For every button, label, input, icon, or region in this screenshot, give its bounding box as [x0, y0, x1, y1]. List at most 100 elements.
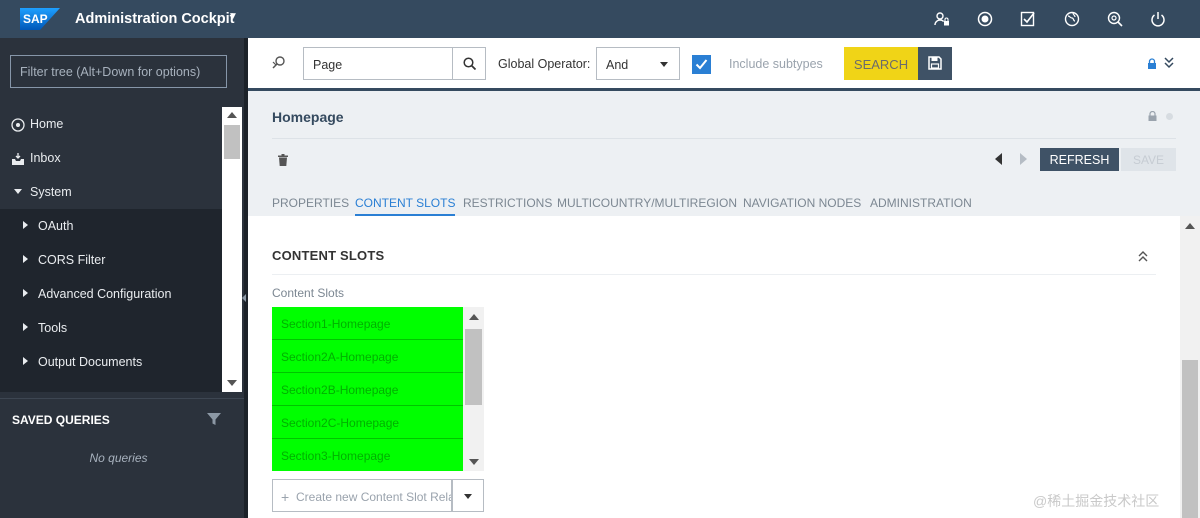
tree-item-output-documents[interactable]: Output Documents	[0, 345, 222, 379]
tree-item-oauth[interactable]: OAuth	[0, 209, 222, 243]
caret-down-icon[interactable]	[14, 189, 22, 194]
list-item[interactable]: Section2A-Homepage	[272, 340, 463, 373]
tab-administration[interactable]: ADMINISTRATION	[870, 196, 972, 210]
caret-right-icon[interactable]	[23, 221, 28, 229]
caret-right-icon[interactable]	[23, 255, 28, 263]
save-query-button[interactable]	[918, 47, 952, 80]
list-item[interactable]: Section2B-Homepage	[272, 373, 463, 406]
tab-restrictions[interactable]: RESTRICTIONS	[463, 196, 552, 210]
app-title[interactable]: Administration Cockpit	[75, 11, 235, 27]
list-item[interactable]: Section2C-Homepage	[272, 406, 463, 439]
top-shell-bar: SAP Administration Cockpit ▼	[0, 0, 1200, 38]
content-slots-panel: CONTENT SLOTS Content Slots Section1-Hom…	[248, 216, 1180, 518]
create-content-slot-input[interactable]: + Create new Content Slot Rela	[272, 479, 452, 512]
divider	[272, 274, 1156, 275]
section-title: CONTENT SLOTS	[272, 248, 385, 263]
svg-text:SAP: SAP	[23, 12, 48, 26]
editor-header: Homepage REFRESH SAVE PROPERTIES CONTENT…	[248, 94, 1200, 218]
tab-properties[interactable]: PROPERTIES	[272, 196, 349, 210]
scroll-down-icon[interactable]	[227, 380, 237, 386]
caret-right-icon[interactable]	[23, 289, 28, 297]
double-chevron-up-icon[interactable]	[1138, 250, 1148, 262]
refresh-button[interactable]: REFRESH	[1040, 148, 1119, 171]
tab-content-slots[interactable]: CONTENT SLOTS	[355, 196, 456, 216]
tab-multicountry-multiregion[interactable]: MULTICOUNTRY/MULTIREGION	[557, 196, 737, 210]
content-slots-label: Content Slots	[272, 286, 345, 300]
trash-icon[interactable]	[278, 154, 288, 166]
watermark-text: @稀土掘金技术社区	[1033, 493, 1160, 509]
no-queries-text: No queries	[89, 451, 148, 465]
next-item-icon[interactable]	[1020, 153, 1027, 165]
saved-queries-title: SAVED QUERIES	[12, 413, 110, 427]
chevron-down-icon	[464, 494, 472, 499]
global-operator-select[interactable]: And	[596, 47, 680, 80]
type-search-button[interactable]	[452, 47, 486, 80]
link-search-icon[interactable]	[271, 55, 287, 71]
notification-icon[interactable]	[977, 11, 993, 27]
tree-item-tools[interactable]: Tools	[0, 311, 222, 345]
list-item[interactable]: Section1-Homepage	[272, 307, 463, 340]
include-subtypes-label[interactable]: Include subtypes	[729, 57, 823, 71]
caret-right-icon[interactable]	[23, 323, 28, 331]
scroll-thumb[interactable]	[1182, 360, 1198, 518]
lock-icon[interactable]	[1147, 58, 1157, 69]
tree-item-partial[interactable]	[0, 379, 222, 392]
home-icon	[11, 118, 25, 132]
tree-item-label: Tools	[38, 321, 68, 335]
tree-item-label: System	[30, 185, 72, 199]
scroll-up-icon[interactable]	[469, 314, 479, 320]
scroll-thumb[interactable]	[465, 329, 482, 405]
left-navigation-panel: Filter tree (Alt+Down for options) Home …	[0, 38, 244, 518]
app-menu-caret-icon[interactable]: ▼	[228, 11, 238, 22]
chevron-down-icon	[660, 62, 668, 67]
scroll-up-icon[interactable]	[1185, 223, 1195, 229]
tree-item-label: Advanced Configuration	[38, 287, 172, 301]
tree-item-home[interactable]: Home	[0, 107, 222, 141]
editor-title: Homepage	[272, 109, 344, 125]
tree-item-label: Home	[30, 117, 64, 131]
lock-icon[interactable]	[1148, 111, 1157, 121]
tree-item-label: Output Documents	[38, 355, 143, 369]
divider	[272, 138, 1176, 139]
tree-item-cors-filter[interactable]: CORS Filter	[0, 243, 222, 277]
type-search-input[interactable]: Page	[303, 47, 453, 80]
include-subtypes-checkbox[interactable]	[692, 55, 711, 74]
previous-item-icon[interactable]	[995, 153, 1002, 165]
content-slots-scrollbar[interactable]	[463, 307, 484, 471]
inbox-icon	[12, 153, 24, 165]
search-toolbar: Page Global Operator: And Include subtyp…	[248, 38, 1200, 91]
tab-navigation-nodes[interactable]: NAVIGATION NODES	[743, 196, 861, 210]
navigation-tree: Home Inbox System OAuth CORS Filter Adva…	[0, 107, 222, 392]
tree-item-advanced-configuration[interactable]: Advanced Configuration	[0, 277, 222, 311]
status-dot-icon	[1166, 113, 1173, 120]
filter-icon[interactable]	[207, 412, 221, 426]
create-content-slot-dropdown[interactable]	[452, 479, 484, 512]
help-search-icon[interactable]	[1107, 11, 1123, 27]
scroll-thumb[interactable]	[224, 125, 240, 159]
sap-logo[interactable]: SAP	[20, 8, 60, 30]
tree-scrollbar[interactable]	[222, 107, 242, 392]
filter-tree-input[interactable]: Filter tree (Alt+Down for options)	[10, 55, 227, 88]
tree-item-label: CORS Filter	[38, 253, 106, 267]
user-lock-icon[interactable]	[934, 11, 950, 27]
caret-right-icon[interactable]	[23, 357, 28, 365]
globe-icon[interactable]	[1064, 11, 1080, 27]
editor-scrollbar[interactable]	[1180, 216, 1200, 518]
scroll-down-icon[interactable]	[469, 459, 479, 465]
list-item[interactable]: Section3-Homepage	[272, 439, 463, 471]
create-content-slot-placeholder: Create new Content Slot Rela	[296, 490, 452, 504]
search-icon	[463, 57, 476, 70]
global-operator-value: And	[606, 58, 629, 72]
power-icon[interactable]	[1150, 11, 1166, 27]
double-chevron-down-icon[interactable]	[1164, 57, 1174, 69]
main-area: Page Global Operator: And Include subtyp…	[248, 38, 1200, 518]
tree-item-label: OAuth	[38, 219, 74, 233]
tasks-icon[interactable]	[1020, 11, 1036, 27]
tree-item-system[interactable]: System	[0, 175, 222, 209]
save-button[interactable]: SAVE	[1121, 148, 1176, 171]
content-slots-list[interactable]: Section1-Homepage Section2A-Homepage Sec…	[272, 307, 463, 471]
scroll-up-icon[interactable]	[227, 112, 237, 118]
collapse-panel-icon[interactable]	[242, 294, 246, 302]
tree-item-inbox[interactable]: Inbox	[0, 141, 222, 175]
search-button[interactable]: SEARCH	[844, 47, 918, 80]
